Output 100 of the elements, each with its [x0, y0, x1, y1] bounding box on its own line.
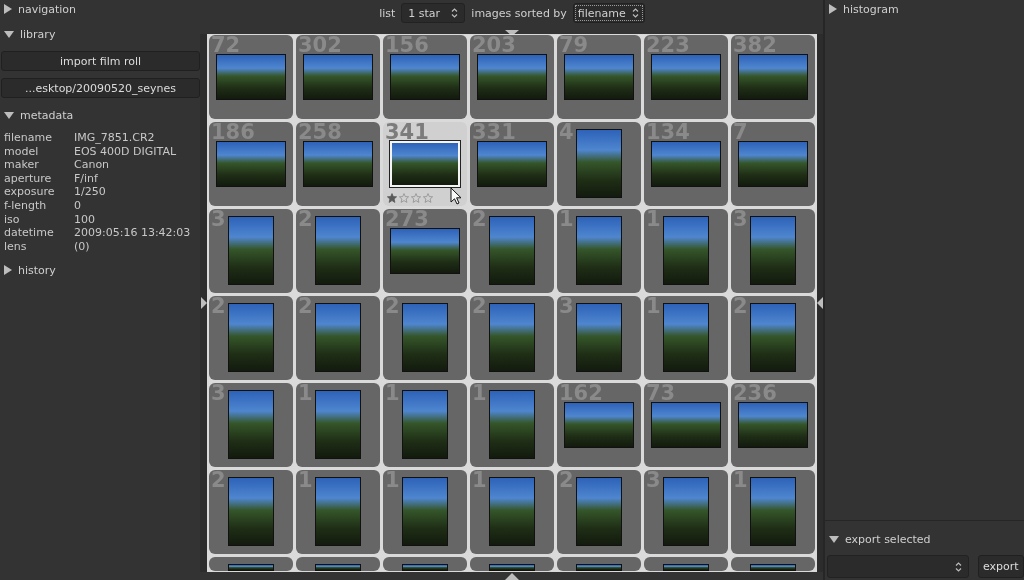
metadata-value: (0) [74, 239, 90, 254]
photo-placeholder [228, 303, 274, 372]
section-header[interactable]: histogram [825, 1, 903, 17]
section-header[interactable]: export selected [825, 531, 935, 547]
photo-placeholder [663, 564, 709, 571]
photo-placeholder [402, 303, 448, 372]
photo-placeholder [489, 564, 535, 571]
photo-placeholder [663, 303, 709, 372]
cursor-icon [450, 187, 462, 205]
section-header[interactable]: metadata [0, 107, 78, 123]
thumbnail-card[interactable] [470, 557, 554, 571]
triangle-down-icon[interactable] [829, 535, 839, 543]
photo-placeholder [750, 303, 796, 372]
photo-placeholder [477, 54, 547, 100]
thumbnail-card[interactable] [731, 557, 815, 571]
updown-chevron-icon [631, 7, 639, 19]
filter-dropdown[interactable]: 1 star [401, 3, 466, 23]
photo-placeholder [576, 477, 622, 546]
photo-placeholder [750, 477, 796, 546]
photo-placeholder [390, 54, 460, 100]
sort-dropdown[interactable]: filename [572, 3, 645, 23]
export-button[interactable]: export [978, 555, 1024, 578]
metadata-value: F/inf [74, 171, 98, 186]
photo-placeholder [576, 564, 622, 571]
triangle-up-icon[interactable] [505, 573, 519, 580]
photo-placeholder [315, 564, 361, 571]
photo-placeholder [228, 216, 274, 285]
section-header[interactable]: navigation [0, 1, 81, 17]
thumbnail-card[interactable] [557, 557, 641, 571]
updown-chevron-icon [955, 560, 962, 573]
metadata-value: EOS 400D DIGITAL [74, 144, 177, 159]
triangle-right-icon[interactable] [200, 297, 207, 309]
metadata-value: IMG_7851.CR2 [74, 131, 155, 145]
metadata-label: datetime [4, 226, 54, 240]
star-icon[interactable] [387, 193, 397, 203]
photo-placeholder [477, 141, 547, 187]
photo-placeholder [315, 390, 361, 459]
photo-placeholder [738, 141, 808, 187]
photo-placeholder [216, 54, 286, 100]
photo-placeholder [402, 564, 448, 571]
photo-placeholder [576, 216, 622, 285]
photo-placeholder [750, 216, 796, 285]
photo-placeholder [216, 141, 286, 187]
library-button[interactable]: import film roll [1, 51, 200, 71]
photo-placeholder [402, 390, 448, 459]
photo-placeholder [228, 477, 274, 546]
star-icon[interactable] [423, 193, 433, 203]
photo-placeholder [564, 402, 634, 448]
triangle-down-icon[interactable] [4, 111, 14, 119]
sort-label: images sorted by [471, 6, 567, 20]
star-icon[interactable] [399, 193, 409, 203]
metadata-value: 2009:05:16 13:42:03 [74, 226, 191, 240]
thumbnail-card[interactable] [296, 557, 380, 571]
photo-placeholder [651, 141, 721, 187]
photo-placeholder [489, 303, 535, 372]
photo-placeholder [564, 54, 634, 100]
photo-placeholder [489, 216, 535, 285]
triangle-right-icon[interactable] [4, 4, 12, 14]
metadata-value: Canon [74, 158, 110, 172]
photo-placeholder [315, 303, 361, 372]
photo-placeholder [303, 54, 373, 100]
thumbnail-card[interactable]: 341 [383, 122, 467, 206]
photo-placeholder [663, 477, 709, 546]
photo-placeholder [402, 477, 448, 546]
metadata-value: 1/250 [74, 185, 106, 199]
metadata-label: lens [4, 239, 27, 254]
triangle-right-icon[interactable] [829, 4, 837, 14]
image-number: 341 [385, 123, 429, 141]
library-button[interactable]: ...esktop/20090520_seynes [1, 78, 200, 98]
photo-placeholder [651, 402, 721, 448]
star-icon[interactable] [411, 193, 421, 203]
metadata-label: model [4, 144, 39, 159]
thumbnail-card[interactable] [383, 557, 467, 571]
metadata-label: f-length [4, 198, 47, 213]
updown-chevron-icon [451, 7, 459, 19]
triangle-left-icon[interactable] [817, 297, 823, 309]
metadata-value: 0 [74, 198, 81, 213]
star-rating[interactable] [387, 193, 433, 203]
triangle-down-icon[interactable] [4, 30, 14, 38]
thumbnail-card[interactable] [644, 557, 728, 571]
triangle-right-icon[interactable] [4, 265, 12, 276]
metadata-label: iso [4, 212, 20, 227]
metadata-label: aperture [4, 171, 52, 186]
list-label: list [379, 6, 396, 20]
photo-placeholder [303, 141, 373, 187]
metadata-label: maker [4, 158, 39, 172]
photo-placeholder [489, 390, 535, 459]
thumbnail-card[interactable] [209, 557, 293, 571]
photo-placeholder [738, 54, 808, 100]
photo-placeholder [576, 303, 622, 372]
photo-placeholder [489, 477, 535, 546]
photo-placeholder [390, 228, 460, 274]
photo-placeholder [390, 141, 460, 187]
metadata-label: exposure [4, 185, 55, 199]
section-header[interactable]: history [0, 262, 60, 279]
photo-placeholder [663, 216, 709, 285]
photo-placeholder [228, 564, 274, 571]
metadata-label: filename [4, 131, 52, 145]
section-header[interactable]: library [0, 26, 60, 42]
metadata-value: 100 [74, 212, 95, 227]
